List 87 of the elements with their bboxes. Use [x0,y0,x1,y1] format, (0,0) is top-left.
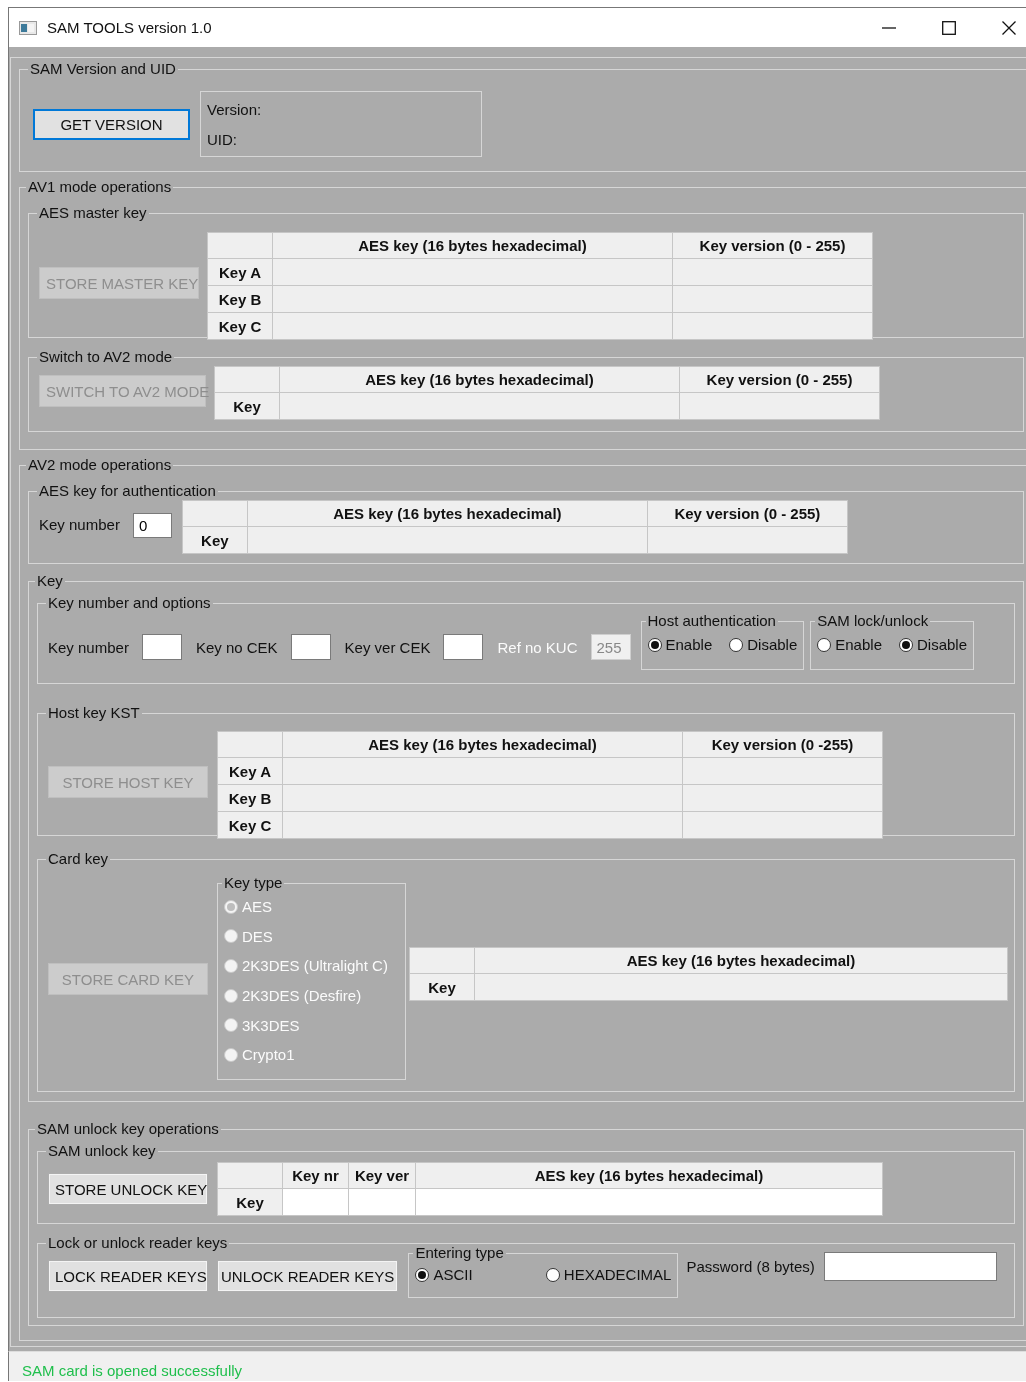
password-label: Password (8 bytes) [686,1258,815,1275]
group-title: Key type [223,874,284,892]
row-header: Key C [217,811,283,839]
password-field[interactable] [823,1252,997,1281]
table-cell[interactable] [272,258,673,286]
radio-option[interactable]: Enable [817,636,882,653]
table-cell[interactable] [415,1188,883,1216]
column-header: Key ver [348,1162,416,1189]
table-cell[interactable] [672,312,873,340]
column-header: AES key (16 bytes hexadecimal) [415,1162,883,1189]
field-label: Key ver CEK [344,638,431,656]
column-header: AES key (16 bytes hexadecimal) [247,500,648,527]
table-cell[interactable] [247,526,648,554]
radio-option[interactable]: Disable [729,636,798,653]
input-field[interactable] [141,634,182,660]
table-cell[interactable] [282,1188,349,1216]
row-header: Key [214,392,280,420]
close-icon[interactable] [1002,20,1016,35]
group-title: Switch to AV2 mode [38,348,174,366]
table-cell[interactable] [682,811,883,839]
app-icon [19,20,37,35]
uid-label: UID: [207,130,238,148]
group-title: Key [36,572,64,590]
field-label: Key no CEK [195,638,278,656]
group-title: SAM unlock key operations [36,1120,220,1138]
version-label: Version: [207,100,263,118]
radio-option[interactable]: ASCII [415,1266,473,1283]
group-title: Host authentication [646,612,777,630]
table-cell[interactable] [272,285,673,313]
row-header: Key B [207,285,273,313]
table-cell[interactable] [679,392,880,420]
window-title: SAM TOOLS version 1.0 [47,19,212,36]
group-title: AV1 mode operations [27,178,173,196]
row-header: Key B [217,784,283,812]
column-header: AES key (16 bytes hexadecimal) [282,731,683,758]
column-header: AES key (16 bytes hexadecimal) [272,232,673,259]
unlock-button[interactable]: UNLOCK READER KEYS [217,1260,399,1292]
row-header: Key A [217,757,283,785]
table-cell[interactable] [348,1188,416,1216]
input-field[interactable] [290,634,331,660]
column-header: AES key (16 bytes hexadecimal) [279,366,680,393]
table-cell[interactable] [682,784,883,812]
table-cell[interactable] [279,392,680,420]
table-cell[interactable] [682,757,883,785]
row-header: Key [182,526,248,554]
row-header: Key [217,1188,283,1216]
table-cell[interactable] [474,973,1008,1001]
radio-option[interactable]: HEXADECIMAL [545,1266,672,1283]
table-cell[interactable] [672,258,873,286]
group-title: AES master key [38,204,148,222]
table-cell[interactable] [282,811,683,839]
table-cell[interactable] [282,757,683,785]
radio-option[interactable]: Disable [899,636,967,653]
field-label: Key number [48,638,129,656]
get-version-button[interactable]: GET VERSION [33,108,190,140]
column-header: AES key (16 bytes hexadecimal) [474,947,1008,974]
lock-button[interactable]: LOCK READER KEYS [48,1260,208,1292]
column-header: Key nr [282,1162,349,1189]
key-number-field[interactable]: 0 [132,513,172,538]
column-header: Key version (0 - 255) [647,500,848,527]
column-header: Key version (0 - 255) [679,366,880,393]
group-title: Lock or unlock reader keys [47,1234,229,1252]
group-title: AES key for authentication [38,482,217,500]
input-field[interactable] [443,634,484,660]
column-header: Key version (0 - 255) [672,232,873,259]
group-title: Key number and options [47,594,212,612]
store-unlock-key-button[interactable]: STORE UNLOCK KEY [48,1173,208,1205]
group-title: SAM Version and UID [29,60,177,78]
row-header: Key [409,973,475,1001]
key-number-label: Key number [39,516,120,533]
group-title: Card key [47,850,110,868]
group-title: Entering type [414,1244,505,1262]
group-title: AV2 mode operations [27,456,173,474]
table-cell[interactable] [272,312,673,340]
column-header: Key version (0 -255) [682,731,883,758]
status-text: SAM card is opened successfully [22,1362,243,1379]
row-header: Key C [207,312,273,340]
table-cell[interactable] [672,285,873,313]
maximize-icon[interactable] [942,20,956,35]
group-title: Host key KST [47,704,141,722]
table-cell[interactable] [647,526,848,554]
group-title: SAM unlock key [47,1142,157,1160]
field-label: Ref no KUC [497,638,578,656]
radio-option[interactable]: Enable [647,636,713,653]
row-header: Key A [207,258,273,286]
group-title: SAM lock/unlock [816,612,930,630]
table-cell[interactable] [282,784,683,812]
